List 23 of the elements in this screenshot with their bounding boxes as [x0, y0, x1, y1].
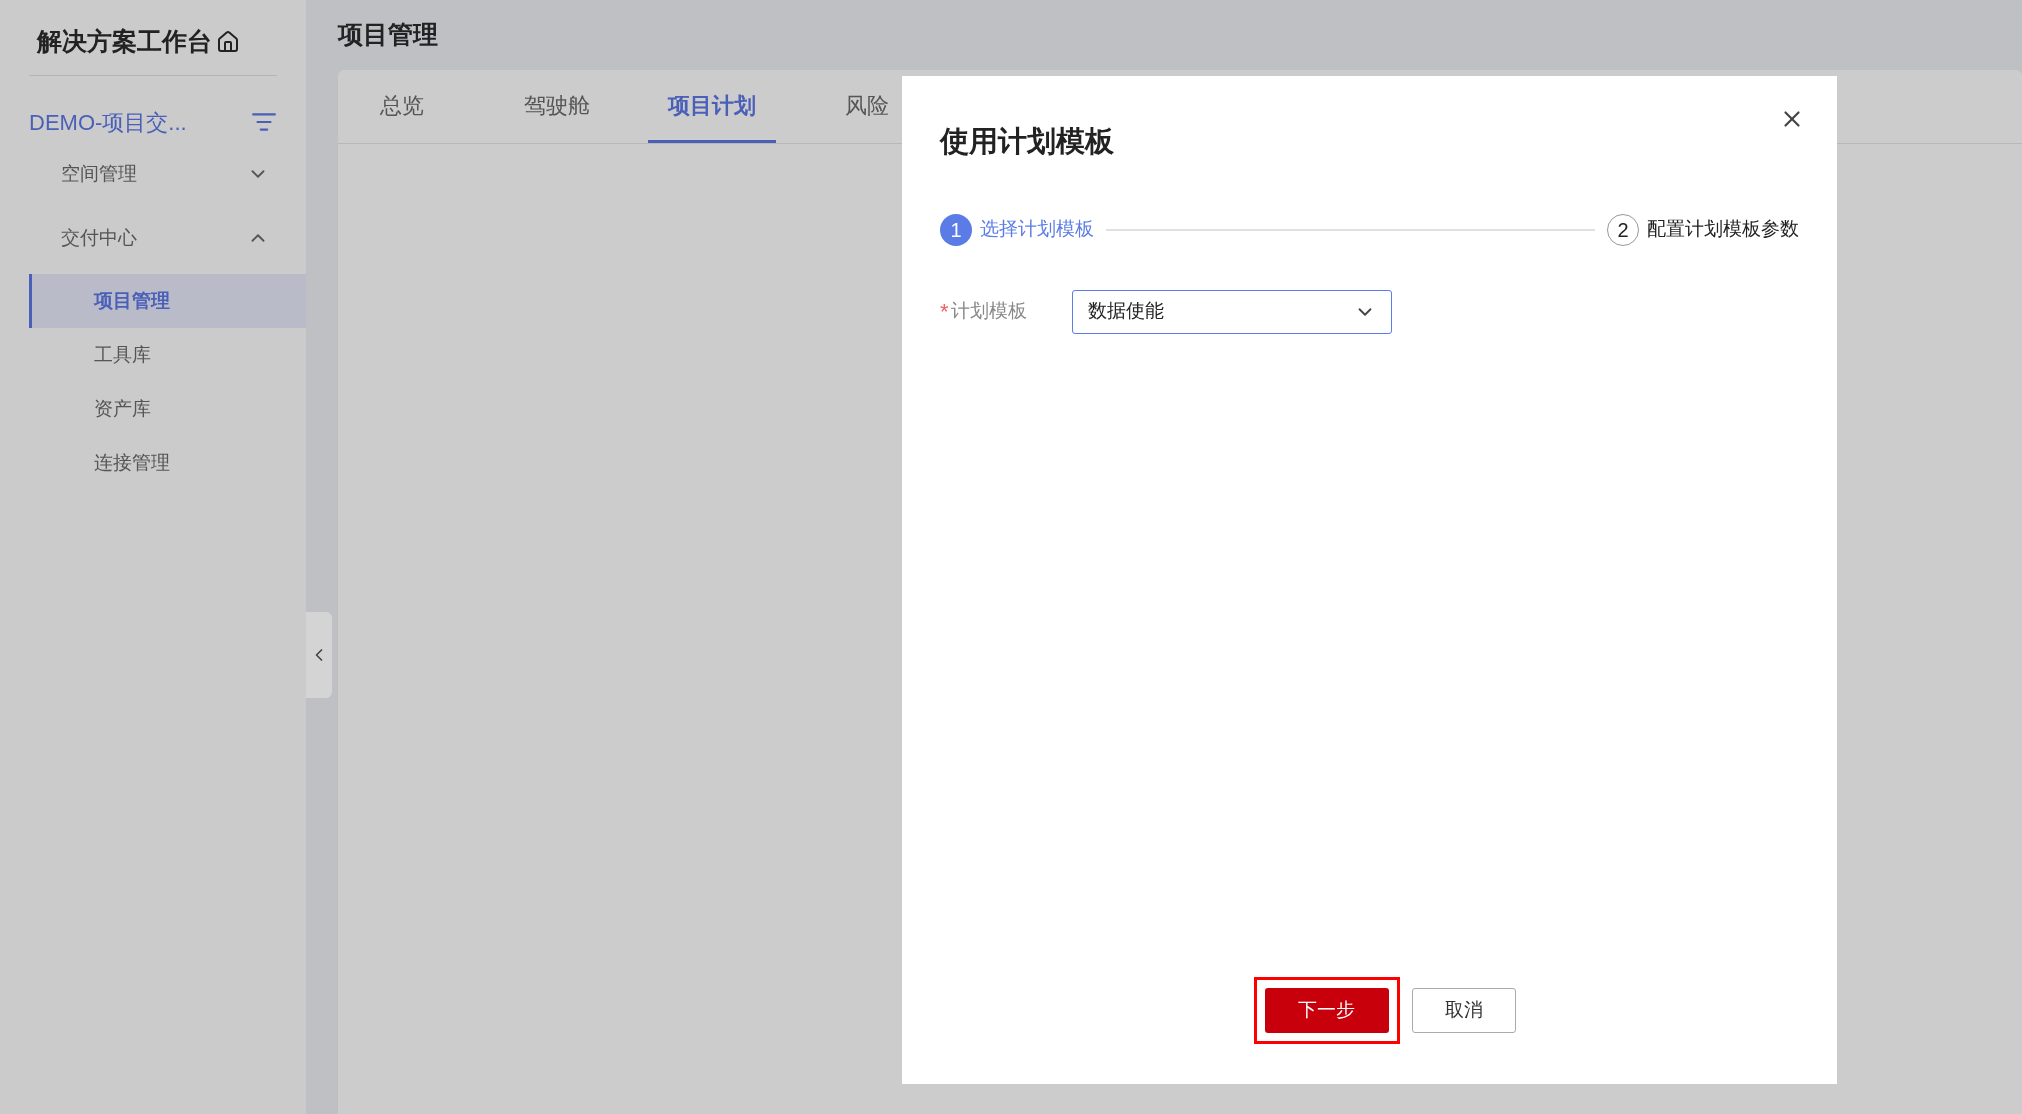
tab[interactable]: 总览 — [338, 70, 466, 143]
tab[interactable]: 风险 — [803, 70, 931, 143]
menu-group[interactable]: 交付中心 — [29, 206, 277, 270]
home-icon[interactable] — [216, 29, 240, 54]
tab[interactable]: 项目计划 — [648, 70, 776, 143]
step-label: 配置计划模板参数 — [1647, 217, 1799, 242]
step-label: 选择计划模板 — [980, 217, 1094, 242]
menu-item[interactable]: 资产库 — [29, 382, 306, 436]
tab[interactable]: 驾驶舱 — [493, 70, 621, 143]
app-title: 解决方案工作台 — [37, 25, 212, 57]
project-name[interactable]: DEMO-项目交... — [29, 105, 187, 139]
step-number: 1 — [940, 213, 972, 246]
menu-item[interactable]: 项目管理 — [29, 274, 306, 328]
template-select[interactable]: 数据使能 — [1072, 289, 1392, 334]
field-label: 计划模板 — [950, 299, 1027, 324]
menu-item[interactable]: 连接管理 — [29, 436, 306, 490]
next-button[interactable]: 下一步 — [1264, 988, 1389, 1033]
menu-item[interactable]: 工具库 — [29, 328, 306, 382]
page-title: 项目管理 — [338, 19, 438, 51]
cancel-button[interactable]: 取消 — [1411, 988, 1516, 1033]
dialog-title: 使用计划模板 — [940, 124, 1115, 159]
menu-group[interactable]: 空间管理 — [29, 142, 277, 206]
required-mark: * — [940, 298, 949, 326]
